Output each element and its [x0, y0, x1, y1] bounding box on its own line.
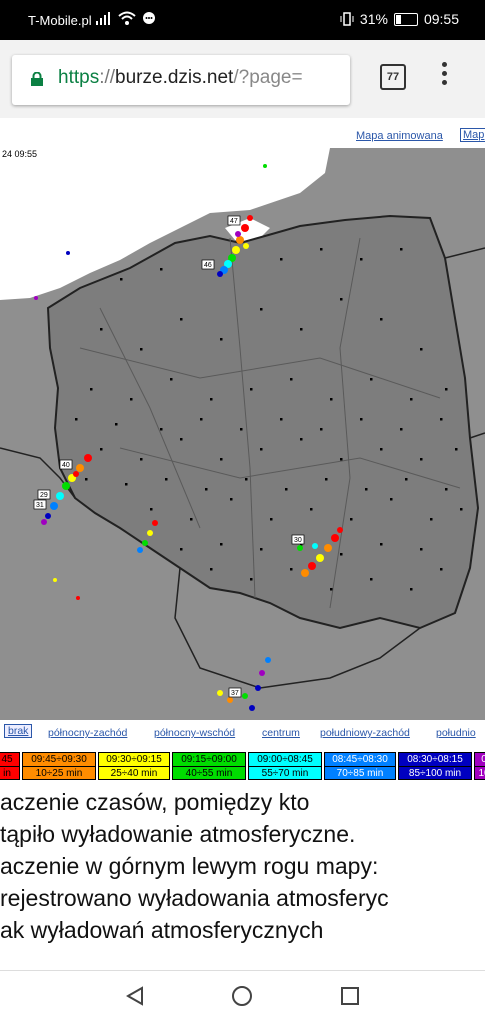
vibrate-icon — [340, 12, 354, 26]
storm-label: 30 — [294, 537, 302, 544]
description-text: aczenie czasów, pomiędzy kto tąpiło wyła… — [0, 786, 485, 946]
browser-toolbar: https://burze.dzis.net/?page= 77 — [0, 40, 485, 118]
description-line: aczenie czasów, pomiędzy kto — [0, 789, 310, 815]
description-line: tąpiło wyładowanie atmosferyczne. — [0, 821, 356, 847]
region-link-south[interactable]: południo — [436, 727, 476, 739]
region-link-none[interactable]: brak — [4, 724, 33, 738]
carrier-label: T-Mobile.pl — [28, 13, 92, 28]
legend-cell: 09:00÷08:45 55÷70 min — [248, 752, 322, 780]
storm-label: 40 — [62, 462, 70, 469]
url-text[interactable]: https://burze.dzis.net/?page= — [58, 67, 346, 89]
legend-cell: 08:30÷08:15 85÷100 min — [398, 752, 472, 780]
region-link-southwest[interactable]: południowy-zachód — [320, 727, 410, 739]
legend-cell: 45 in — [0, 752, 20, 780]
message-icon — [143, 12, 155, 24]
web-page: Mapa animowana Map 47 46 40 29 31 30 37 … — [0, 118, 485, 970]
legend-cell: 08:45÷08:30 70÷85 min — [324, 752, 396, 780]
clock: 09:55 — [423, 11, 459, 27]
url-scheme: https — [58, 67, 100, 88]
storm-label: 46 — [204, 262, 212, 269]
region-selector: brak północny-zachód północny-wschód cen… — [0, 724, 485, 742]
legend-cell: 09:30÷09:15 25÷40 min — [98, 752, 170, 780]
description-line: rejestrowano wyładowania atmosferyc — [0, 885, 389, 911]
home-icon[interactable] — [231, 985, 253, 1007]
tab-switcher-button[interactable]: 77 — [380, 64, 406, 90]
top-links: Mapa animowana Map — [0, 128, 485, 146]
android-nav-bar — [0, 970, 485, 1025]
map-timestamp: 24 09:55 — [2, 149, 38, 159]
signal-icon — [96, 12, 110, 25]
description-line: ak wyładowań atmosferycznych — [0, 917, 324, 943]
address-bar[interactable]: https://burze.dzis.net/?page= — [12, 55, 350, 105]
storm-label: 29 — [40, 492, 48, 499]
map-link[interactable]: Map — [460, 128, 485, 142]
status-right: 31% 09:55 — [340, 11, 459, 27]
storm-label: 37 — [231, 690, 239, 697]
region-link-center[interactable]: centrum — [262, 727, 300, 739]
storm-label: 47 — [230, 218, 238, 225]
battery-icon — [393, 12, 418, 26]
battery-percent: 31% — [359, 11, 388, 27]
region-link-northeast[interactable]: północny-wschód — [154, 727, 235, 739]
legend-cell: 09:45÷09:30 10÷25 min — [22, 752, 96, 780]
recents-icon[interactable] — [339, 985, 361, 1007]
url-path: /?page= — [233, 67, 303, 88]
status-icons — [96, 11, 156, 25]
back-icon[interactable] — [124, 985, 146, 1007]
wifi-icon — [118, 11, 136, 25]
lock-icon — [31, 72, 43, 86]
overflow-menu-icon[interactable] — [438, 62, 450, 92]
region-link-northwest[interactable]: północny-zachód — [48, 727, 127, 739]
url-host: burze.dzis.net — [115, 67, 234, 88]
status-bar: T-Mobile.pl 31% 09:55 — [0, 0, 485, 40]
storm-label: 31 — [36, 502, 44, 509]
animated-map-link[interactable]: Mapa animowana — [356, 130, 443, 142]
legend-cell: 010 — [474, 752, 485, 780]
url-separator: :// — [99, 67, 116, 88]
legend-cell: 09:15÷09:00 40÷55 min — [172, 752, 246, 780]
description-line: aczenie w górnym lewym rogu mapy: — [0, 853, 379, 879]
time-legend: 45 in 09:45÷09:30 10÷25 min 09:30÷09:15 25÷… — [0, 752, 485, 782]
lightning-map[interactable]: 47 46 40 29 31 30 37 — [0, 148, 485, 720]
